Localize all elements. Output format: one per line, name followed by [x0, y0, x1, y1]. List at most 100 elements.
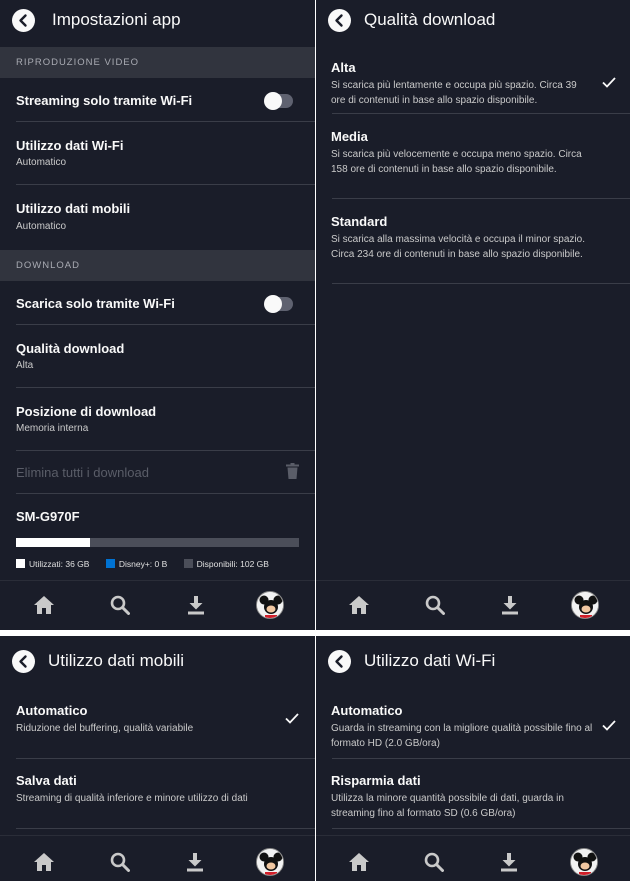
delete-all-label: Elimina tutti i download [16, 465, 149, 480]
legend-disney-label: Disney+: 0 B [118, 559, 168, 569]
divider [16, 828, 315, 829]
wifi-data-screen: Utilizzo dati Wi-Fi Automatico Guarda in… [316, 636, 630, 881]
check-icon [602, 720, 616, 731]
mobile-option-automatico[interactable]: Automatico Riduzione del buffering, qual… [0, 694, 315, 759]
home-icon[interactable] [348, 595, 370, 615]
option-label: Salva dati [16, 773, 77, 788]
header: Impostazioni app [0, 0, 315, 44]
bottom-nav [316, 580, 630, 630]
quality-option-media[interactable]: Media Si scarica più velocemente e occup… [316, 114, 630, 199]
legend-used-label: Utilizzati: 36 GB [29, 559, 90, 569]
back-button[interactable] [328, 650, 351, 673]
back-arrow-icon [19, 14, 27, 27]
header: Utilizzo dati Wi-Fi [316, 641, 630, 685]
wifi-data-row[interactable]: Utilizzo dati Wi-Fi Automatico [0, 122, 315, 185]
back-arrow-icon [335, 655, 343, 668]
download-location-label: Posizione di download [16, 404, 157, 419]
mickey-avatar [571, 849, 597, 875]
download-wifi-label: Scarica solo tramite Wi-Fi [16, 296, 175, 311]
download-location-row[interactable]: Posizione di download Memoria interna [0, 388, 315, 451]
download-wifi-toggle[interactable] [264, 295, 293, 313]
streaming-wifi-row[interactable]: Streaming solo tramite Wi-Fi [0, 78, 315, 122]
quality-option-alta[interactable]: Alta Si scarica più lentamente e occupa … [316, 46, 630, 114]
streaming-wifi-toggle[interactable] [264, 92, 293, 110]
home-icon[interactable] [33, 595, 55, 615]
option-description: Utilizza la minore quantità possibile di… [331, 793, 564, 819]
section-label: DOWNLOAD [16, 260, 80, 271]
profile-avatar[interactable] [571, 591, 599, 619]
back-button[interactable] [328, 9, 351, 32]
back-arrow-icon [19, 655, 27, 668]
back-button[interactable] [12, 650, 35, 673]
check-icon [285, 713, 299, 724]
profile-avatar[interactable] [570, 848, 598, 876]
section-label: RIPRODUZIONE VIDEO [16, 57, 140, 68]
streaming-wifi-label: Streaming solo tramite Wi-Fi [16, 93, 193, 108]
app-settings-screen: Impostazioni app RIPRODUZIONE VIDEO Stre… [0, 0, 315, 630]
option-description: Streaming di qualità inferiore e minore … [16, 793, 248, 804]
search-icon[interactable] [110, 852, 130, 872]
wifi-data-label: Utilizzo dati Wi-Fi [16, 138, 124, 153]
storage-used-fill [16, 538, 90, 547]
download-icon[interactable] [499, 852, 519, 872]
trash-icon[interactable] [286, 463, 299, 479]
legend-disney: Disney+: 0 B [105, 559, 168, 569]
download-wifi-row[interactable]: Scarica solo tramite Wi-Fi [0, 281, 315, 325]
back-button[interactable] [12, 9, 35, 32]
legend-swatch-disney [105, 559, 115, 568]
search-icon[interactable] [110, 595, 130, 615]
divider [332, 828, 630, 829]
search-icon[interactable] [425, 595, 445, 615]
download-icon[interactable] [186, 595, 206, 615]
download-icon[interactable] [185, 852, 205, 872]
option-description: Si scarica alla massima velocità e occup… [331, 234, 585, 260]
storage-bar [16, 538, 299, 547]
page-title: Utilizzo dati mobili [48, 651, 185, 670]
option-label: Standard [331, 214, 388, 229]
wifi-option-risparmia-dati[interactable]: Risparmia dati Utilizza la minore quanti… [316, 759, 630, 829]
legend-swatch-used [16, 559, 25, 568]
download-quality-label: Qualità download [16, 341, 125, 356]
option-description: Guarda in streaming con la migliore qual… [331, 723, 593, 749]
profile-avatar[interactable] [256, 591, 284, 619]
download-icon[interactable] [500, 595, 520, 615]
legend-available: Disponibili: 102 GB [183, 559, 269, 569]
wifi-option-automatico[interactable]: Automatico Guarda in streaming con la mi… [316, 694, 630, 759]
back-arrow-icon [335, 14, 343, 27]
legend-available-label: Disponibili: 102 GB [196, 559, 269, 569]
legend-used: Utilizzati: 36 GB [16, 559, 89, 569]
profile-avatar[interactable] [256, 848, 284, 876]
page-title: Utilizzo dati Wi-Fi [364, 651, 496, 670]
section-header-video: RIPRODUZIONE VIDEO [0, 47, 315, 78]
mobile-data-label: Utilizzo dati mobili [16, 201, 131, 216]
mobile-data-row[interactable]: Utilizzo dati mobili Automatico [0, 185, 315, 248]
mobile-data-value: Automatico [16, 221, 67, 232]
mickey-avatar [257, 592, 283, 618]
search-icon[interactable] [424, 852, 444, 872]
download-quality-value: Alta [16, 360, 34, 371]
bottom-nav [316, 835, 630, 881]
option-label: Alta [331, 60, 356, 75]
option-label: Media [331, 129, 368, 144]
option-description: Si scarica più velocemente e occupa meno… [331, 149, 582, 175]
option-label: Risparmia dati [331, 773, 421, 788]
storage-legend: Utilizzati: 36 GB Disney+: 0 B Disponibi… [16, 559, 315, 569]
delete-all-downloads-row[interactable]: Elimina tutti i download [0, 451, 315, 494]
divider [16, 493, 315, 494]
divider [332, 283, 630, 284]
mobile-data-screen: Utilizzo dati mobili Automatico Riduzion… [0, 636, 315, 881]
download-quality-screen: Qualità download Alta Si scarica più len… [316, 0, 630, 630]
check-icon [602, 77, 616, 88]
home-icon[interactable] [33, 852, 55, 872]
wifi-data-value: Automatico [16, 157, 67, 168]
home-icon[interactable] [348, 852, 370, 872]
section-header-download: DOWNLOAD [0, 250, 315, 281]
download-location-value: Memoria interna [16, 423, 89, 434]
header: Qualità download [316, 0, 630, 44]
bottom-nav [0, 580, 315, 630]
option-description: Si scarica più lentamente e occupa più s… [331, 80, 577, 106]
download-quality-row[interactable]: Qualità download Alta [0, 325, 315, 388]
page-title: Impostazioni app [52, 10, 181, 29]
mobile-option-salva-dati[interactable]: Salva dati Streaming di qualità inferior… [0, 759, 315, 829]
quality-option-standard[interactable]: Standard Si scarica alla massima velocit… [316, 199, 630, 284]
